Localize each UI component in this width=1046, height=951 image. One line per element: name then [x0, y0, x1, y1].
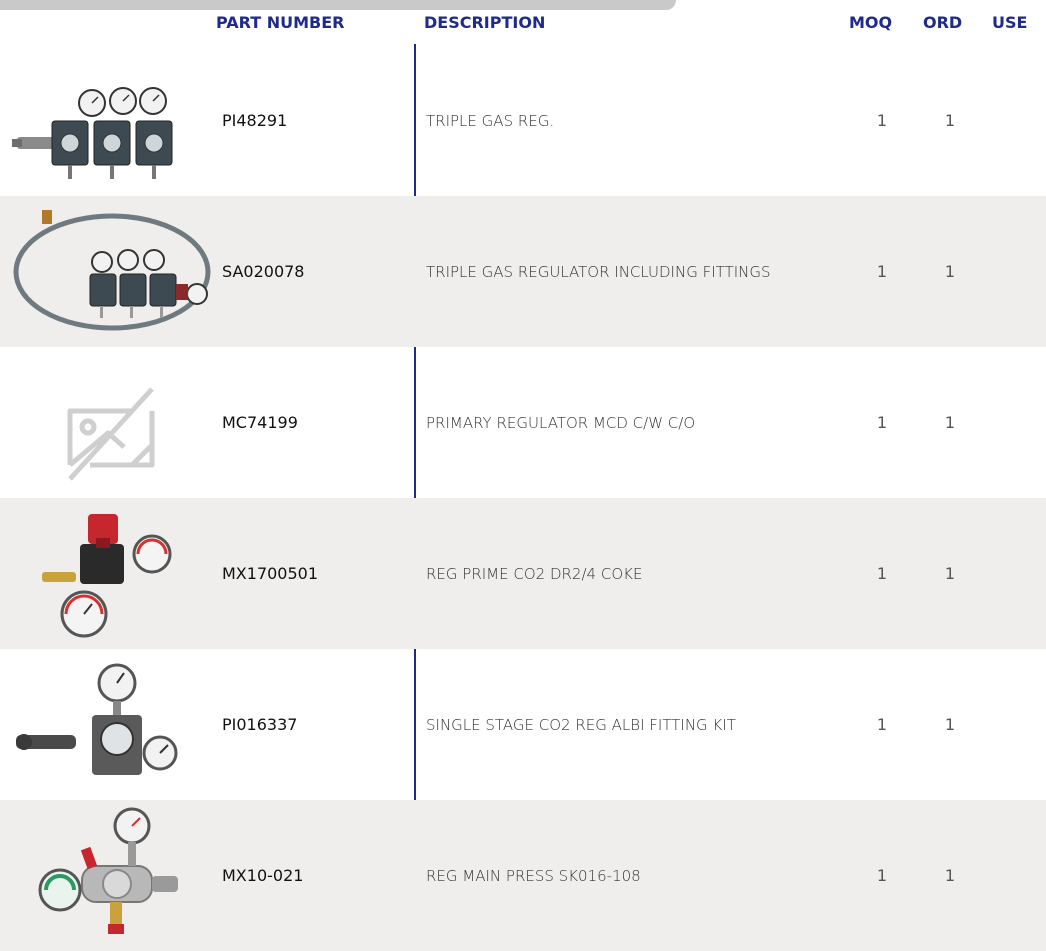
table-row[interactable]: MX10-021 REG MAIN PRESS SK016-108 1 1: [0, 800, 1046, 951]
description: PRIMARY REGULATOR MCD C/W C/O: [426, 413, 696, 432]
table-row[interactable]: SA020078 TRIPLE GAS REGULATOR INCLUDING …: [0, 196, 1046, 347]
main-pressure-regulator-photo: [12, 806, 212, 945]
description: SINGLE STAGE CO2 REG ALBI FITTING KIT: [426, 715, 736, 734]
no-image-placeholder-icon: [12, 353, 212, 492]
part-number: PI016337: [222, 715, 298, 734]
ord-value[interactable]: 1: [940, 347, 960, 498]
table-row[interactable]: MC74199 PRIMARY REGULATOR MCD C/W C/O 1 …: [0, 347, 1046, 498]
moq-value: 1: [876, 111, 888, 130]
description: TRIPLE GAS REG.: [426, 111, 555, 130]
header-part-number: PART NUMBER: [216, 13, 345, 32]
description: REG MAIN PRESS SK016-108: [426, 866, 641, 885]
use-value[interactable]: [1000, 649, 1030, 800]
ord-value[interactable]: 1: [940, 800, 960, 951]
ord-value[interactable]: 1: [940, 498, 960, 649]
table-row[interactable]: PI016337 SINGLE STAGE CO2 REG ALBI FITTI…: [0, 649, 1046, 800]
moq-value: 1: [876, 564, 888, 583]
co2-regulator-red-knob-photo: [12, 504, 212, 643]
ord-value[interactable]: 1: [940, 45, 960, 196]
table-row[interactable]: MX1700501 REG PRIME CO2 DR2/4 COKE 1 1: [0, 498, 1046, 649]
use-value[interactable]: [1000, 196, 1030, 347]
part-number: PI48291: [222, 111, 288, 130]
use-value[interactable]: [1000, 45, 1030, 196]
part-number: MX1700501: [222, 564, 319, 583]
header-ord: ORD: [923, 13, 963, 32]
use-value[interactable]: [1000, 800, 1030, 951]
triple-gas-regulator-photo: [12, 51, 212, 190]
moq-value: 1: [876, 413, 888, 432]
header-moq: MOQ: [849, 13, 893, 32]
moq-value: 1: [876, 262, 888, 281]
part-number: SA020078: [222, 262, 305, 281]
ord-value[interactable]: 1: [940, 196, 960, 347]
triple-gas-regulator-with-hose-photo: [12, 202, 212, 341]
part-number: MC74199: [222, 413, 298, 432]
header-description: DESCRIPTION: [424, 13, 546, 32]
use-value[interactable]: [1000, 347, 1030, 498]
table-row[interactable]: PI48291 TRIPLE GAS REG. 1 1: [0, 45, 1046, 196]
header-use: USE: [992, 13, 1028, 32]
moq-value: 1: [876, 715, 888, 734]
top-tab-bar: [0, 0, 676, 10]
part-number: MX10-021: [222, 866, 304, 885]
moq-value: 1: [876, 866, 888, 885]
description: REG PRIME CO2 DR2/4 COKE: [426, 564, 643, 583]
ord-value[interactable]: 1: [940, 649, 960, 800]
single-stage-co2-regulator-photo: [12, 655, 212, 794]
use-value[interactable]: [1000, 498, 1030, 649]
description: TRIPLE GAS REGULATOR INCLUDING FITTINGS: [426, 262, 771, 281]
